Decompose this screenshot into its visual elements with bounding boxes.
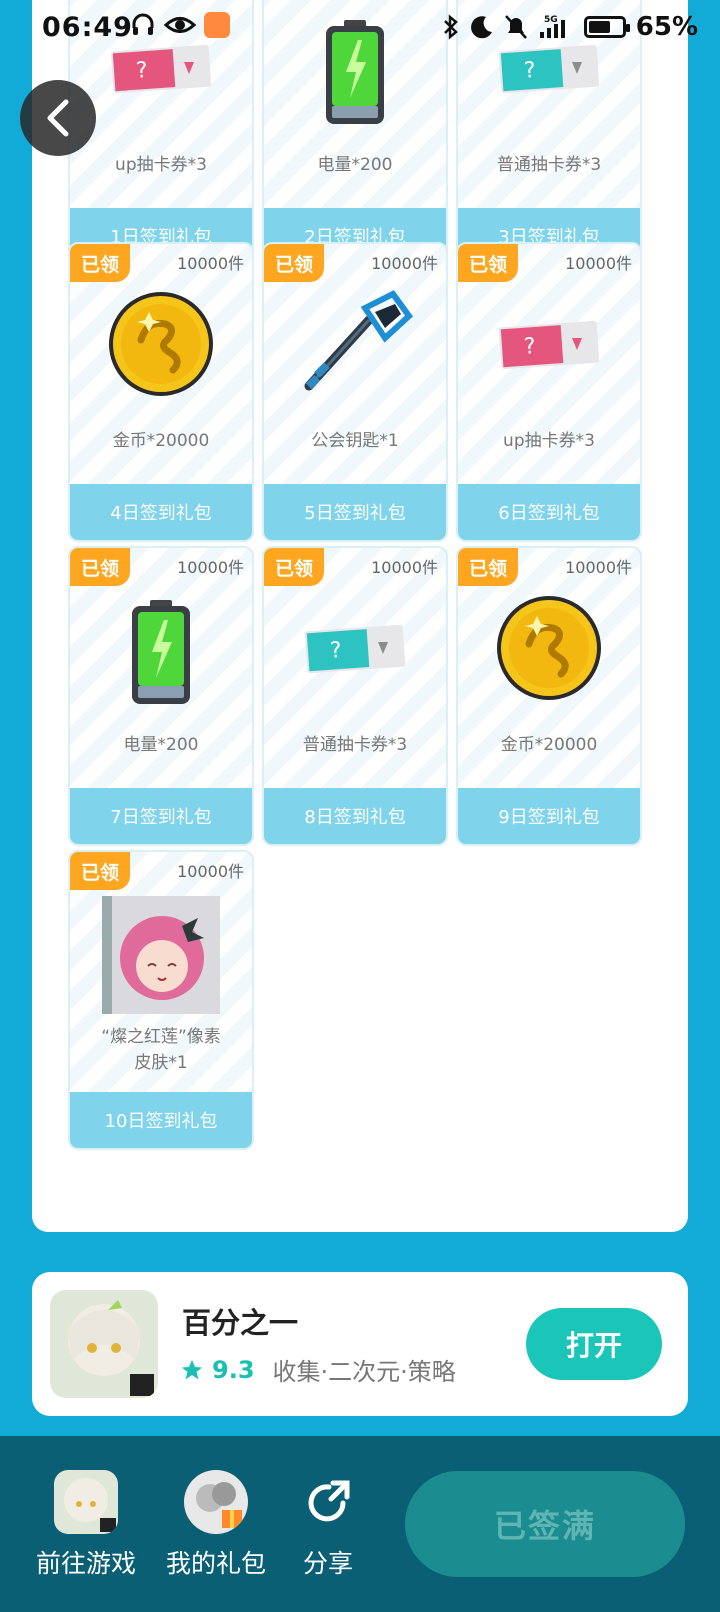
game-thumbnail-icon [54,1470,118,1534]
battery-icon [583,16,630,38]
gift-avatar-icon [184,1470,248,1534]
share-icon [296,1470,360,1534]
eye-icon [164,17,196,33]
star-icon [182,1359,202,1379]
gift-card[interactable]: 已领 10000件金币*20000 9日签到礼包 [456,546,642,846]
stock-count: 10000件 [371,254,438,273]
svg-text:?: ? [523,334,536,360]
my-gifts-label: 我的礼包 [166,1549,267,1578]
game-title: 百分之一 [182,1306,299,1340]
normal-ticket-icon: ? [300,614,410,688]
item-name: 电量*200 [317,155,393,175]
item-name: 普通抽卡券*3 [496,155,602,175]
svg-text:5G: 5G [544,15,558,25]
limited-ticket-icon: ? [494,310,604,384]
guild-key-icon [295,290,415,404]
claimed-badge: 已领 [264,244,324,282]
gold-coin-icon [107,290,215,402]
item-name: “燦之红莲”像素皮肤*1 [101,1027,221,1073]
claimed-badge: 已领 [458,548,518,586]
chevron-left-icon [47,99,69,137]
stock-count: 10000件 [177,558,244,577]
stock-count: 10000件 [565,254,632,273]
stock-count: 10000件 [177,254,244,273]
signal-5g-icon: 5G [539,15,565,38]
game-card[interactable]: 百分之一 9.3 收集·二次元·策略 打开 [32,1272,688,1416]
claimed-badge: 已领 [458,244,518,282]
status-bar: 06:49 5G 65% [0,0,720,56]
game-rating: 9.3 [212,1355,255,1384]
svg-text:?: ? [523,58,536,84]
item-name: 公会钥匙*1 [311,431,399,451]
game-meta: 9.3 收集·二次元·策略 [180,1352,456,1387]
gift-card[interactable]: 已领 10000件 “燦之红莲”像素皮肤*1 10日签到礼包 [68,850,254,1150]
pixel-skin-portrait-icon [102,896,220,1018]
gold-coin-icon [495,594,603,706]
battery-percent: 65% [635,12,698,42]
gift-card[interactable]: 已领 10000件金币*20000 4日签到礼包 [68,242,254,542]
battery-icon [128,598,194,712]
item-name: 金币*20000 [112,431,210,451]
day-gift-label[interactable]: 6日签到礼包 [458,484,640,540]
claimed-badge: 已领 [70,244,130,282]
stock-count: 10000件 [177,862,244,881]
gift-card[interactable]: 已领 10000件公会钥匙*1 5日签到礼包 [262,242,448,542]
headset-icon [132,13,154,35]
day-gift-label[interactable]: 9日签到礼包 [458,788,640,844]
bluetooth-icon [443,14,458,40]
day-gift-label[interactable]: 8日签到礼包 [264,788,446,844]
back-button[interactable] [20,80,96,156]
goto-game-label: 前往游戏 [36,1549,137,1578]
day-gift-label[interactable]: 4日签到礼包 [70,484,252,540]
item-name: 金币*20000 [500,735,598,755]
share-button[interactable]: 分享 [296,1470,360,1580]
day-gift-label[interactable]: 5日签到礼包 [264,484,446,540]
item-name: up抽卡券*3 [503,431,595,451]
bell-muted-icon [504,15,527,39]
app-notification-icon [204,12,230,38]
signin-gift-panel: ? up抽卡券*3 1日签到礼包 电量*200 2日签到礼包? 普通抽卡券*3 3日签到礼包… [32,0,688,1232]
moon-icon [470,16,492,39]
battery-level [588,21,610,33]
signed-full-button[interactable]: 已签满 [405,1471,685,1577]
item-name: 普通抽卡券*3 [302,735,408,755]
bottom-action-bar: 前往游戏 我的礼包 分享 已签满 [0,1436,720,1612]
claimed-badge: 已领 [264,548,324,586]
gift-card[interactable]: 已领 10000件电量*200 7日签到礼包 [68,546,254,846]
goto-game-button[interactable]: 前往游戏 [36,1470,136,1580]
claimed-badge: 已领 [70,852,130,890]
game-avatar[interactable] [50,1290,158,1398]
gift-card[interactable]: 已领 10000件? 普通抽卡券*3 8日签到礼包 [262,546,448,846]
open-game-button[interactable]: 打开 [526,1308,662,1380]
day-gift-label[interactable]: 10日签到礼包 [70,1092,252,1148]
status-right: 5G 65% [442,12,698,42]
gift-card[interactable]: 已领 10000件? up抽卡券*3 6日签到礼包 [456,242,642,542]
stock-count: 10000件 [371,558,438,577]
svg-text:?: ? [329,638,342,664]
my-gifts-button[interactable]: 我的礼包 [166,1470,266,1580]
item-name: 电量*200 [123,735,199,755]
claimed-badge: 已领 [70,548,130,586]
game-tags: 收集·二次元·策略 [272,1358,456,1386]
status-time: 06:49 [42,12,133,43]
item-name: up抽卡券*3 [115,155,207,175]
svg-text:?: ? [135,58,148,84]
status-left-icons [130,12,230,38]
stock-count: 10000件 [565,558,632,577]
day-gift-label[interactable]: 7日签到礼包 [70,788,252,844]
share-label: 分享 [302,1549,353,1578]
